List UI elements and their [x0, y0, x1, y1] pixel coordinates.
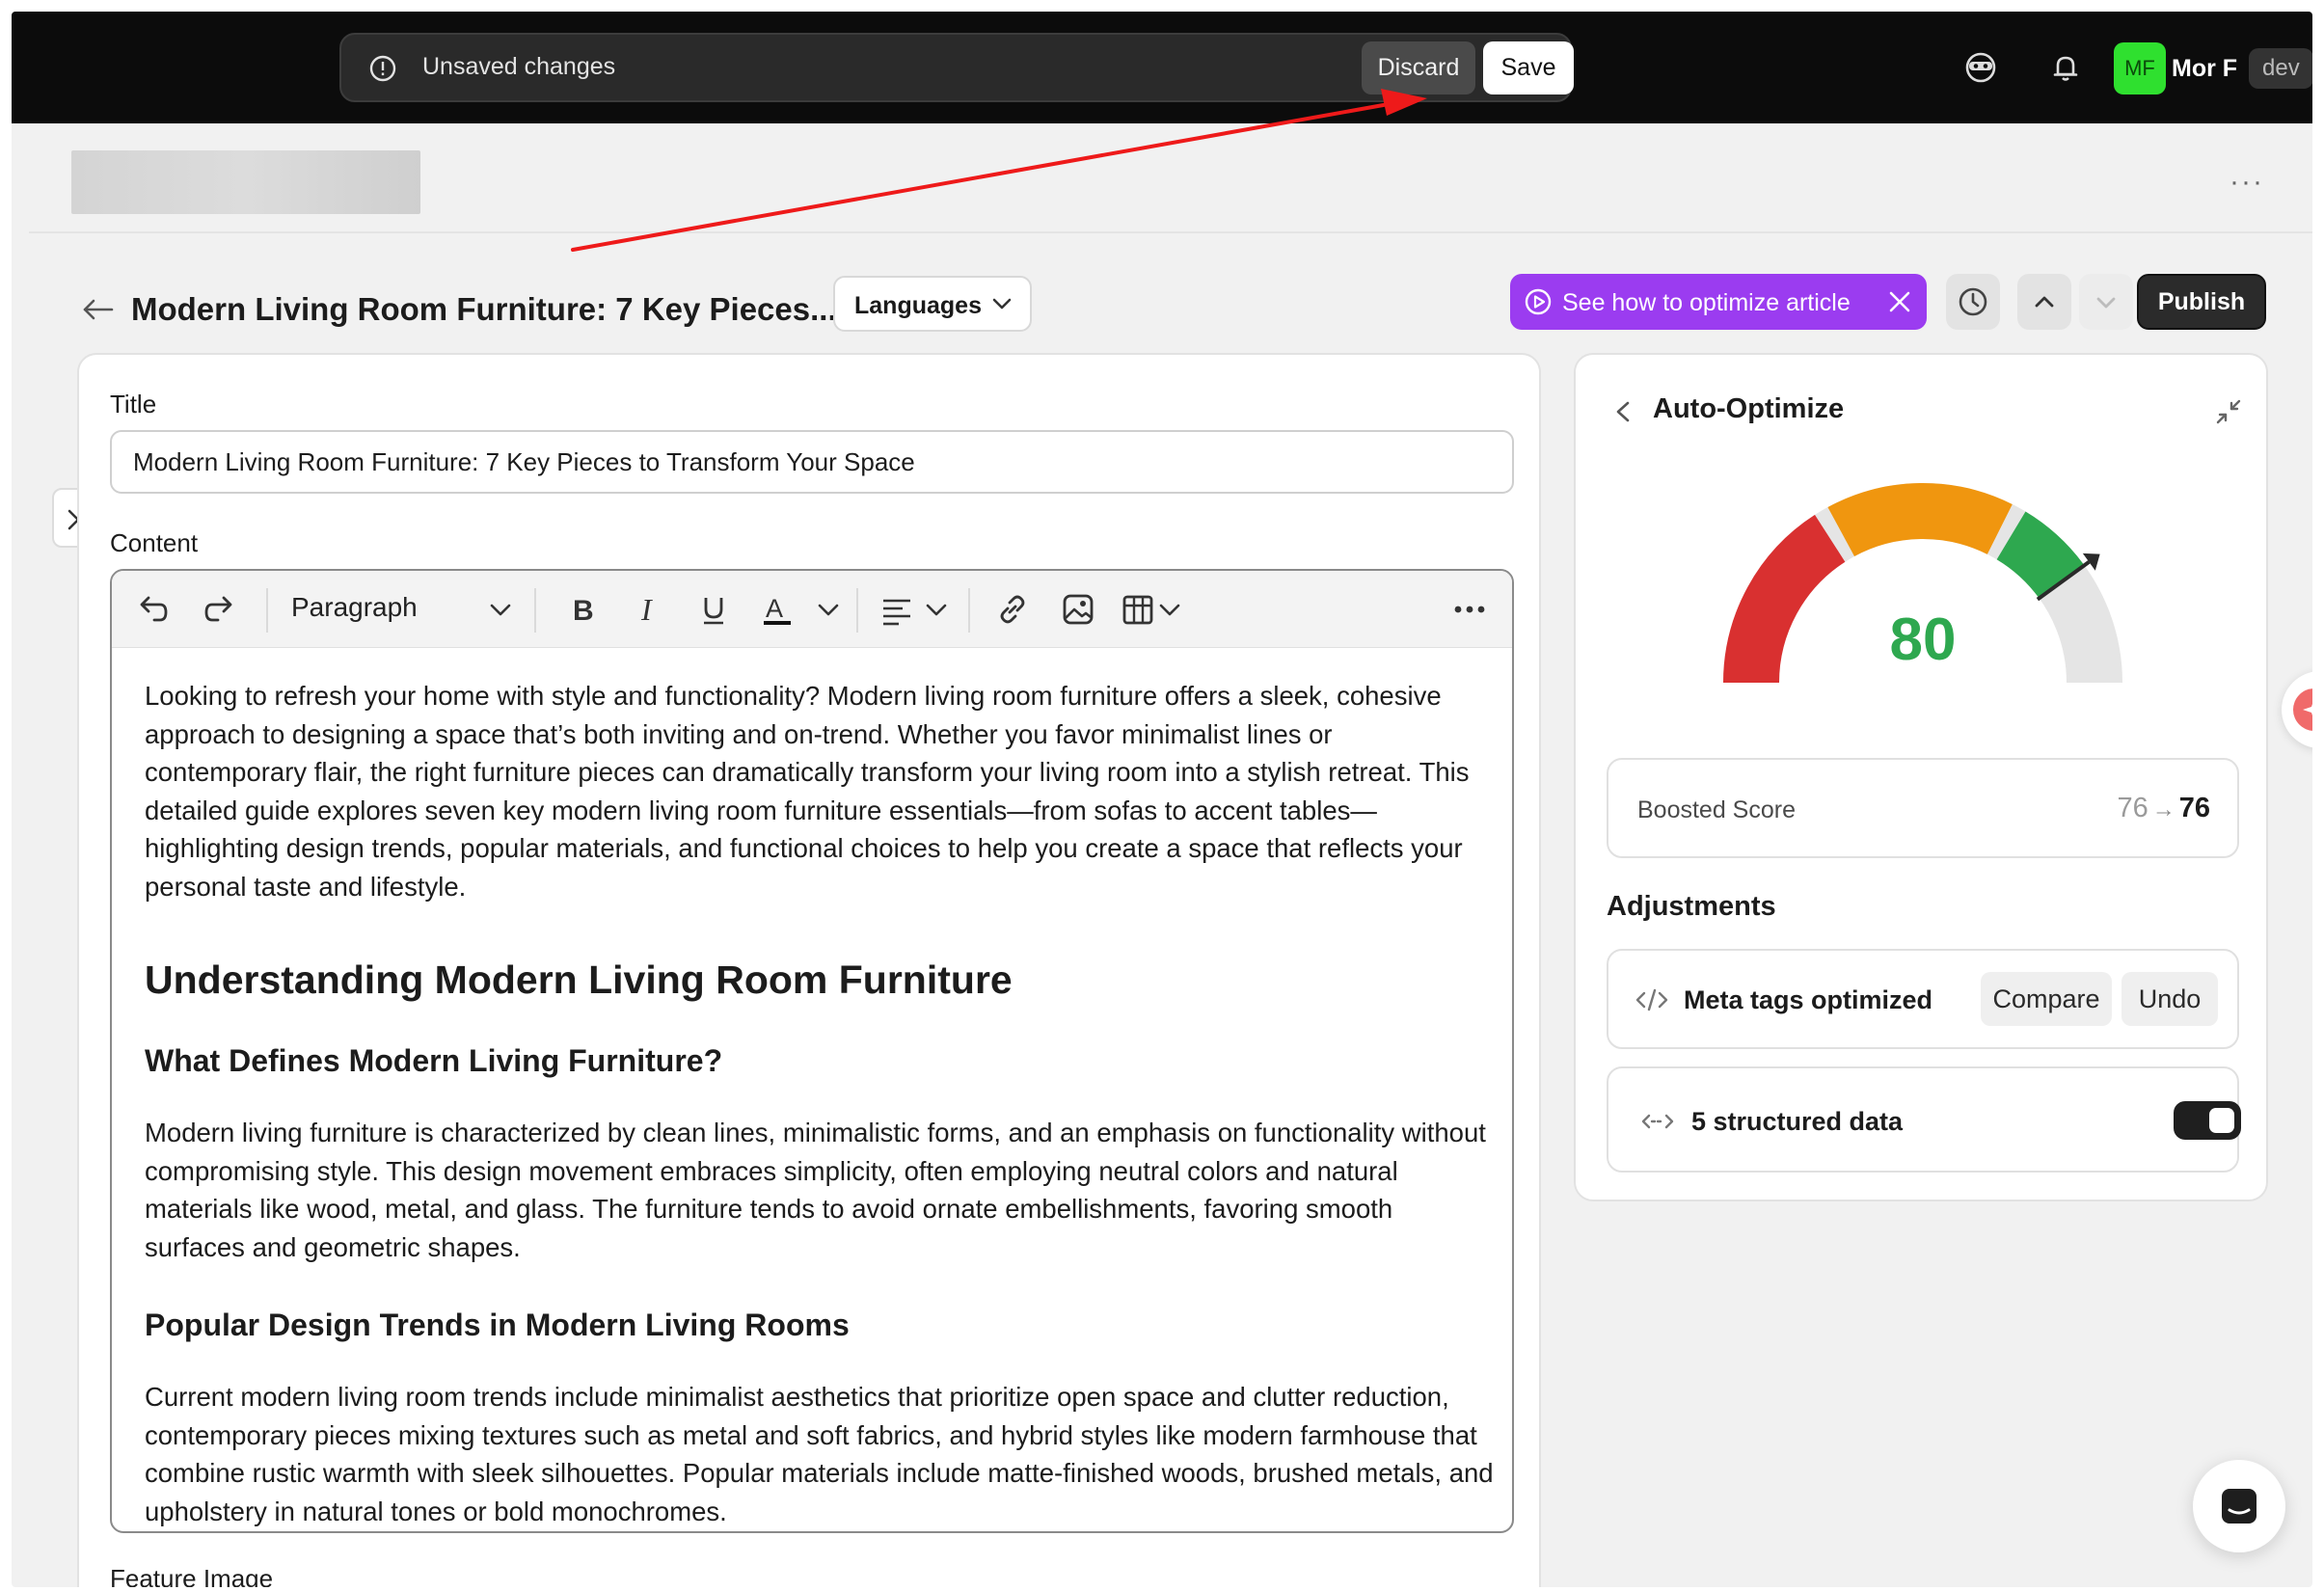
app-window: Unsaved changes Discard Save MF Mor F de…	[12, 12, 2312, 1587]
chevron-down-icon[interactable]	[814, 590, 843, 629]
chat-button[interactable]	[2193, 1460, 2285, 1552]
content-subheading: What Defines Modern Living Furniture?	[145, 1043, 723, 1078]
toggle-knob	[2209, 1108, 2234, 1133]
boosted-score-values: 76 → 76	[2117, 793, 2210, 824]
previous-article-button[interactable]	[2017, 274, 2071, 330]
more-actions-icon[interactable]: ···	[2229, 166, 2264, 199]
languages-label: Languages	[854, 292, 982, 319]
undo-icon[interactable]	[133, 590, 172, 629]
bold-icon[interactable]: B	[563, 590, 602, 629]
gauge-red-segment	[1723, 514, 1846, 684]
title-label: Title	[110, 390, 157, 418]
chat-icon	[2222, 1489, 2256, 1524]
align-left-icon[interactable]	[878, 590, 916, 629]
avatar[interactable]: MF	[2114, 42, 2166, 94]
table-icon[interactable]	[1119, 590, 1157, 629]
content-paragraph: Modern living furniture is characterized…	[145, 1118, 1486, 1262]
feature-image-label: Feature Image	[110, 1564, 274, 1587]
code-icon	[1635, 988, 1668, 1011]
chevron-down-icon	[2096, 297, 2116, 309]
content-subheading: Popular Design Trends in Modern Living R…	[145, 1308, 850, 1342]
svg-text:I: I	[640, 592, 653, 627]
header-divider	[29, 231, 2312, 233]
unsaved-changes-bar: Unsaved changes Discard Save	[339, 33, 1574, 102]
close-icon[interactable]	[1886, 288, 1913, 315]
save-button[interactable]: Save	[1483, 41, 1574, 94]
panel-title: Auto-Optimize	[1653, 393, 1845, 424]
minimize-icon[interactable]	[2212, 395, 2245, 428]
link-icon[interactable]	[993, 590, 1032, 629]
adjustment-meta-tags: Meta tags optimized Compare Undo	[1607, 949, 2239, 1049]
optimize-label: See how to optimize article	[1562, 289, 1851, 316]
image-icon[interactable]	[1059, 590, 1097, 629]
publish-button[interactable]: Publish	[2137, 274, 2266, 330]
boosted-score-old: 76	[2117, 793, 2148, 823]
next-article-button[interactable]	[2079, 274, 2133, 330]
score-value: 80	[1890, 607, 1957, 673]
structured-data-toggle[interactable]	[2174, 1101, 2241, 1140]
history-button[interactable]	[1946, 274, 2000, 330]
bell-icon[interactable]	[2046, 48, 2085, 87]
boosted-score-label: Boosted Score	[1637, 796, 1796, 823]
score-gauge: 80	[1723, 483, 2122, 684]
top-bar: Unsaved changes Discard Save MF Mor F de…	[12, 12, 2312, 123]
toolbar-divider	[968, 588, 970, 633]
adjustment-structured-data: 5 structured data	[1607, 1066, 2241, 1173]
text-color-icon[interactable]: A	[758, 590, 797, 629]
page-title: Modern Living Room Furniture: 7 Key Piec…	[131, 291, 837, 327]
sparkle-icon	[2293, 688, 2312, 731]
clock-icon	[1959, 287, 1987, 316]
redo-icon[interactable]	[201, 590, 239, 629]
editor-toolbar: Paragraph B I A	[112, 571, 1512, 648]
toolbar-divider	[534, 588, 536, 633]
block-type-select[interactable]: Paragraph	[291, 592, 418, 623]
article-editor-card: Title Content Paragraph	[77, 353, 1541, 1587]
optimize-article-button[interactable]: See how to optimize article	[1510, 274, 1927, 330]
user-name[interactable]: Mor F	[2172, 55, 2237, 83]
chevron-down-icon[interactable]	[486, 590, 515, 629]
chevron-down-icon	[992, 298, 1012, 310]
adjustments-heading: Adjustments	[1607, 891, 1776, 922]
boosted-score-new: 76	[2178, 793, 2210, 823]
toolbar-divider	[266, 588, 268, 633]
gauge-orange-segment	[1827, 483, 2013, 557]
chevron-up-icon	[2035, 296, 2054, 308]
meta-tags-label: Meta tags optimized	[1684, 985, 1933, 1014]
boosted-score-card: Boosted Score 76 → 76	[1607, 758, 2239, 858]
alert-icon	[369, 55, 396, 82]
back-arrow-icon[interactable]	[79, 295, 118, 324]
play-circle-icon	[1525, 288, 1552, 315]
languages-dropdown[interactable]: Languages	[833, 276, 1032, 332]
side-assistant-badge[interactable]	[2282, 671, 2312, 748]
toolbar-divider	[856, 588, 858, 633]
chevron-left-icon[interactable]	[1610, 397, 1635, 426]
blurred-store-logo	[71, 150, 420, 214]
content-label: Content	[110, 528, 199, 557]
unsaved-message: Unsaved changes	[422, 53, 616, 80]
chevron-down-icon[interactable]	[1155, 590, 1184, 629]
more-options-icon[interactable]	[1450, 590, 1489, 629]
mask-icon[interactable]	[1961, 48, 2000, 87]
env-badge: dev	[2249, 48, 2312, 89]
editor-content[interactable]: Looking to refresh your home with style …	[145, 677, 1495, 1530]
rich-text-editor[interactable]: Paragraph B I A Looking to refresh your …	[110, 569, 1514, 1533]
structured-data-icon	[1641, 1114, 1674, 1129]
compare-button[interactable]: Compare	[1981, 972, 2112, 1026]
svg-text:A: A	[766, 594, 783, 623]
structured-data-label: 5 structured data	[1691, 1107, 1904, 1136]
italic-icon[interactable]: I	[629, 590, 667, 629]
auto-optimize-panel: Auto-Optimize 80 Boosted Score 76 → 76 Adj…	[1574, 353, 2268, 1201]
content-paragraph: Current modern living room trends includ…	[145, 1382, 1494, 1526]
discard-button[interactable]: Discard	[1362, 41, 1475, 94]
title-input[interactable]	[110, 430, 1514, 494]
svg-text:B: B	[573, 595, 594, 627]
content-heading: Understanding Modern Living Room Furnitu…	[145, 957, 1013, 1002]
intro-paragraph: Looking to refresh your home with style …	[145, 681, 1470, 902]
arrow-right-icon: →	[2151, 796, 2175, 822]
chevron-down-icon[interactable]	[922, 590, 951, 629]
gauge-green-segment	[1995, 511, 2085, 600]
underline-icon[interactable]	[694, 590, 733, 629]
undo-button[interactable]: Undo	[2121, 972, 2218, 1026]
